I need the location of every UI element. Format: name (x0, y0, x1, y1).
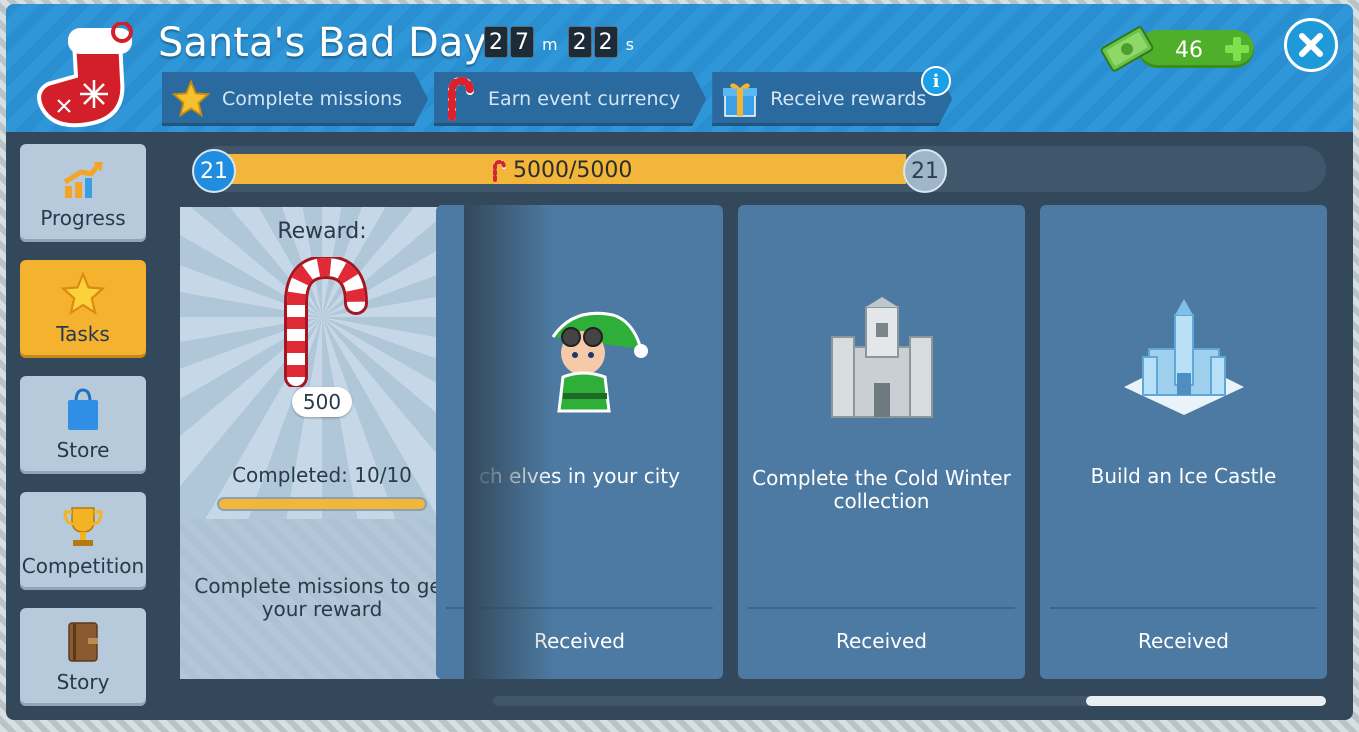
stone-castle-icon (830, 297, 933, 418)
level-current: 21 (192, 149, 236, 193)
event-title: Santa's Bad Day (158, 20, 488, 66)
task-status: Received (1138, 629, 1229, 653)
candy-cane-icon (284, 257, 368, 387)
sidebar-item-label: Competition (21, 554, 145, 578)
reward-label: Reward: (277, 219, 367, 244)
timer-digit: 2 (593, 26, 618, 58)
sidebar-item-label: Store (56, 438, 110, 462)
reward-description: Complete missions to get your reward (194, 574, 450, 621)
sidebar-item-label: Tasks (56, 322, 110, 346)
scroll-fade (464, 205, 554, 679)
close-button[interactable] (1284, 18, 1338, 72)
event-window: Santa's Bad Day 2 7 m 2 2 s Complete mis… (6, 4, 1353, 720)
ice-castle-icon (1123, 299, 1244, 415)
gift-icon (722, 80, 758, 118)
scrollbar-thumb[interactable] (1086, 696, 1326, 706)
close-icon (1299, 33, 1323, 57)
sidebar-item-progress[interactable]: Progress (20, 144, 146, 242)
reward-card: Reward: 500 Completed: 10/10 Complete mi… (180, 207, 464, 679)
event-progress-label: 5000/5000 (491, 158, 632, 183)
stocking-icon (37, 22, 133, 128)
currency-display: 46 (1098, 26, 1258, 72)
step-label: Complete missions (222, 88, 403, 110)
completed-progress-fill (219, 499, 425, 509)
trophy-icon (63, 507, 103, 546)
star-icon (60, 272, 106, 316)
event-timer: 2 7 m 2 2 s (484, 26, 642, 58)
cash-icon (1100, 26, 1154, 72)
sidebar-item-tasks[interactable]: Tasks (20, 260, 146, 358)
sidebar-item-competition[interactable]: Competition (20, 492, 146, 590)
sidebar-item-label: Progress (40, 206, 126, 230)
completed-progress-bar (217, 497, 427, 511)
timer-digit: 2 (567, 26, 592, 58)
header: Santa's Bad Day 2 7 m 2 2 s Complete mis… (6, 4, 1353, 132)
reward-quantity: 500 (292, 387, 352, 417)
task-description: Build an Ice Castle (1090, 464, 1277, 488)
task-description: Complete the Cold Winter collection (752, 466, 1011, 513)
timer-digit: 7 (510, 26, 534, 58)
step-earn-currency: Earn event currency (434, 72, 706, 126)
divider (1050, 607, 1317, 609)
candy-cane-icon (493, 159, 506, 182)
level-next: 21 (903, 149, 947, 193)
shopping-bag-icon (68, 388, 98, 430)
timer-unit: m (542, 35, 558, 54)
sidebar-item-store[interactable]: Store (20, 376, 146, 474)
step-label: Earn event currency (488, 88, 681, 110)
step-complete-missions: Complete missions (162, 72, 428, 126)
event-steps: Complete missions Earn event currency Re… (162, 72, 952, 126)
sidebar-item-story[interactable]: Story (20, 608, 146, 706)
step-receive-rewards: Receive rewards (712, 72, 952, 126)
completed-label: Completed: 10/10 (232, 463, 412, 487)
task-card[interactable]: Complete the Cold Winter collection Rece… (738, 205, 1025, 679)
star-icon (172, 80, 210, 118)
info-button[interactable]: i (921, 66, 951, 96)
step-label: Receive rewards (770, 88, 927, 110)
sidebar-item-label: Story (56, 670, 110, 694)
task-status: Received (836, 629, 927, 653)
currency-amount: 46 (1175, 38, 1203, 63)
event-progress-value: 5000/5000 (513, 158, 633, 183)
task-card[interactable]: Build an Ice Castle Received (1040, 205, 1327, 679)
timer-unit: s (625, 35, 634, 54)
timer-digit: 2 (484, 26, 508, 58)
candy-cane-icon (444, 77, 476, 121)
add-currency-button[interactable] (1224, 36, 1250, 62)
divider (748, 607, 1015, 609)
book-icon (68, 622, 98, 662)
chart-arrow-icon (63, 162, 103, 198)
